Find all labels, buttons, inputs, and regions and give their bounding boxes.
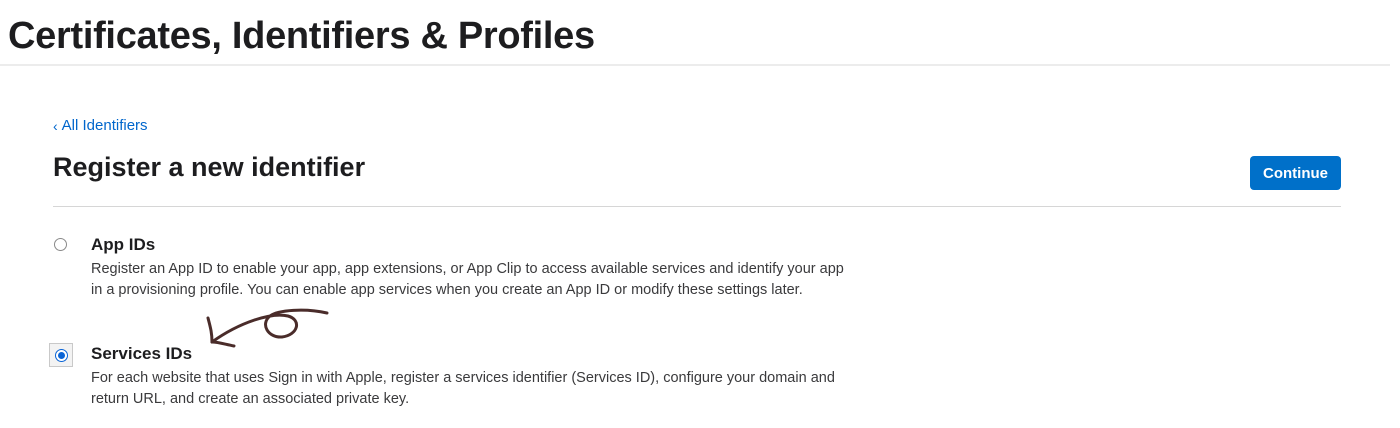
services-ids-title: Services IDs [91,344,193,363]
header-divider [0,64,1390,66]
chevron-left-icon: ‹ [53,117,58,134]
app-ids-radio[interactable] [53,237,67,251]
page: Certificates, Identifiers & Profiles ‹ A… [0,0,1400,428]
continue-button[interactable]: Continue [1250,156,1341,190]
services-ids-radio-wrapper[interactable] [49,343,73,367]
section-title: Register a new identifier [53,152,366,182]
hand-drawn-arrow-icon [206,308,329,348]
page-title: Certificates, Identifiers & Profiles [8,15,595,57]
app-ids-description: Register an App ID to enable your app, a… [91,261,844,298]
app-ids-radio-wrapper[interactable] [50,234,70,254]
services-ids-radio[interactable] [54,348,68,362]
back-to-all-identifiers-link[interactable]: ‹ All Identifiers [53,117,148,134]
app-ids-title: App IDs [91,235,156,254]
back-link-label: All Identifiers [61,117,148,134]
services-ids-description: For each website that uses Sign in with … [91,370,835,407]
section-divider [53,206,1341,207]
